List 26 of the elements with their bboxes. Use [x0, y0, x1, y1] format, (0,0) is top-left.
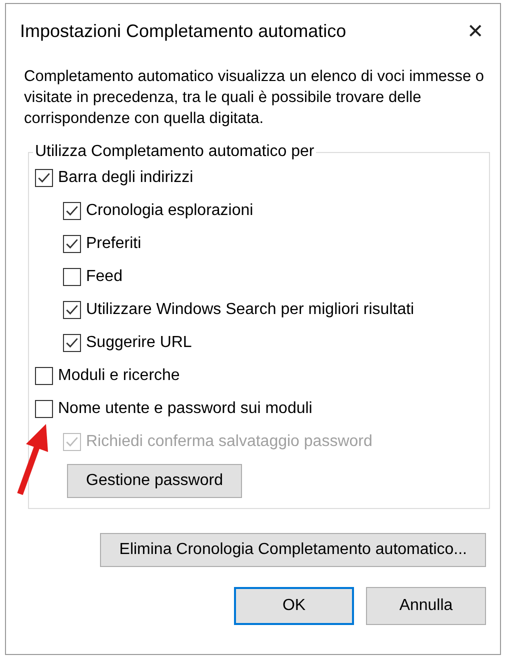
annotation-arrow — [17, 424, 48, 496]
clear-history-button[interactable]: Elimina Cronologia Completamento automatico... — [100, 533, 486, 567]
description-text: Completamento automatico visualizza un elenco di voci immesse o visitate in precedenza, tra le quali è possibile trovare delle corrispondenze con quella digitata. — [24, 67, 486, 129]
checkbox[interactable] — [63, 334, 81, 352]
checkbox[interactable] — [63, 300, 81, 318]
checkbox-label: Barra degli indirizzi — [58, 168, 194, 186]
close-icon[interactable]: ✕ — [467, 18, 484, 44]
dialog-button[interactable]: OK — [234, 587, 354, 625]
checkbox[interactable] — [63, 202, 81, 220]
checkbox[interactable] — [63, 234, 81, 252]
checkbox[interactable] — [35, 366, 53, 384]
manage-passwords-button[interactable]: Gestione password — [67, 464, 242, 498]
checkbox-label: Moduli e ricerche — [58, 366, 180, 384]
checkbox[interactable] — [35, 400, 53, 418]
checkbox-label: Cronologia esplorazioni — [86, 202, 254, 220]
checkbox-label: Nome utente e password sui moduli — [58, 400, 312, 418]
group-label: Utilizza Completamento automatico per — [34, 143, 316, 161]
dialog-button[interactable]: Annulla — [366, 587, 486, 625]
checkbox-label: Feed — [86, 268, 122, 286]
checkbox[interactable] — [35, 168, 53, 186]
checkbox-label: Richiedi conferma salvataggio password — [86, 432, 372, 450]
window-title: Impostazioni Completamento automatico — [20, 20, 346, 42]
checkbox-label: Suggerire URL — [86, 334, 192, 352]
checkbox-label: Preferiti — [86, 234, 142, 252]
checkbox[interactable] — [63, 268, 81, 286]
checkbox-label: Utilizzare Windows Search per migliori risultati — [86, 300, 414, 318]
